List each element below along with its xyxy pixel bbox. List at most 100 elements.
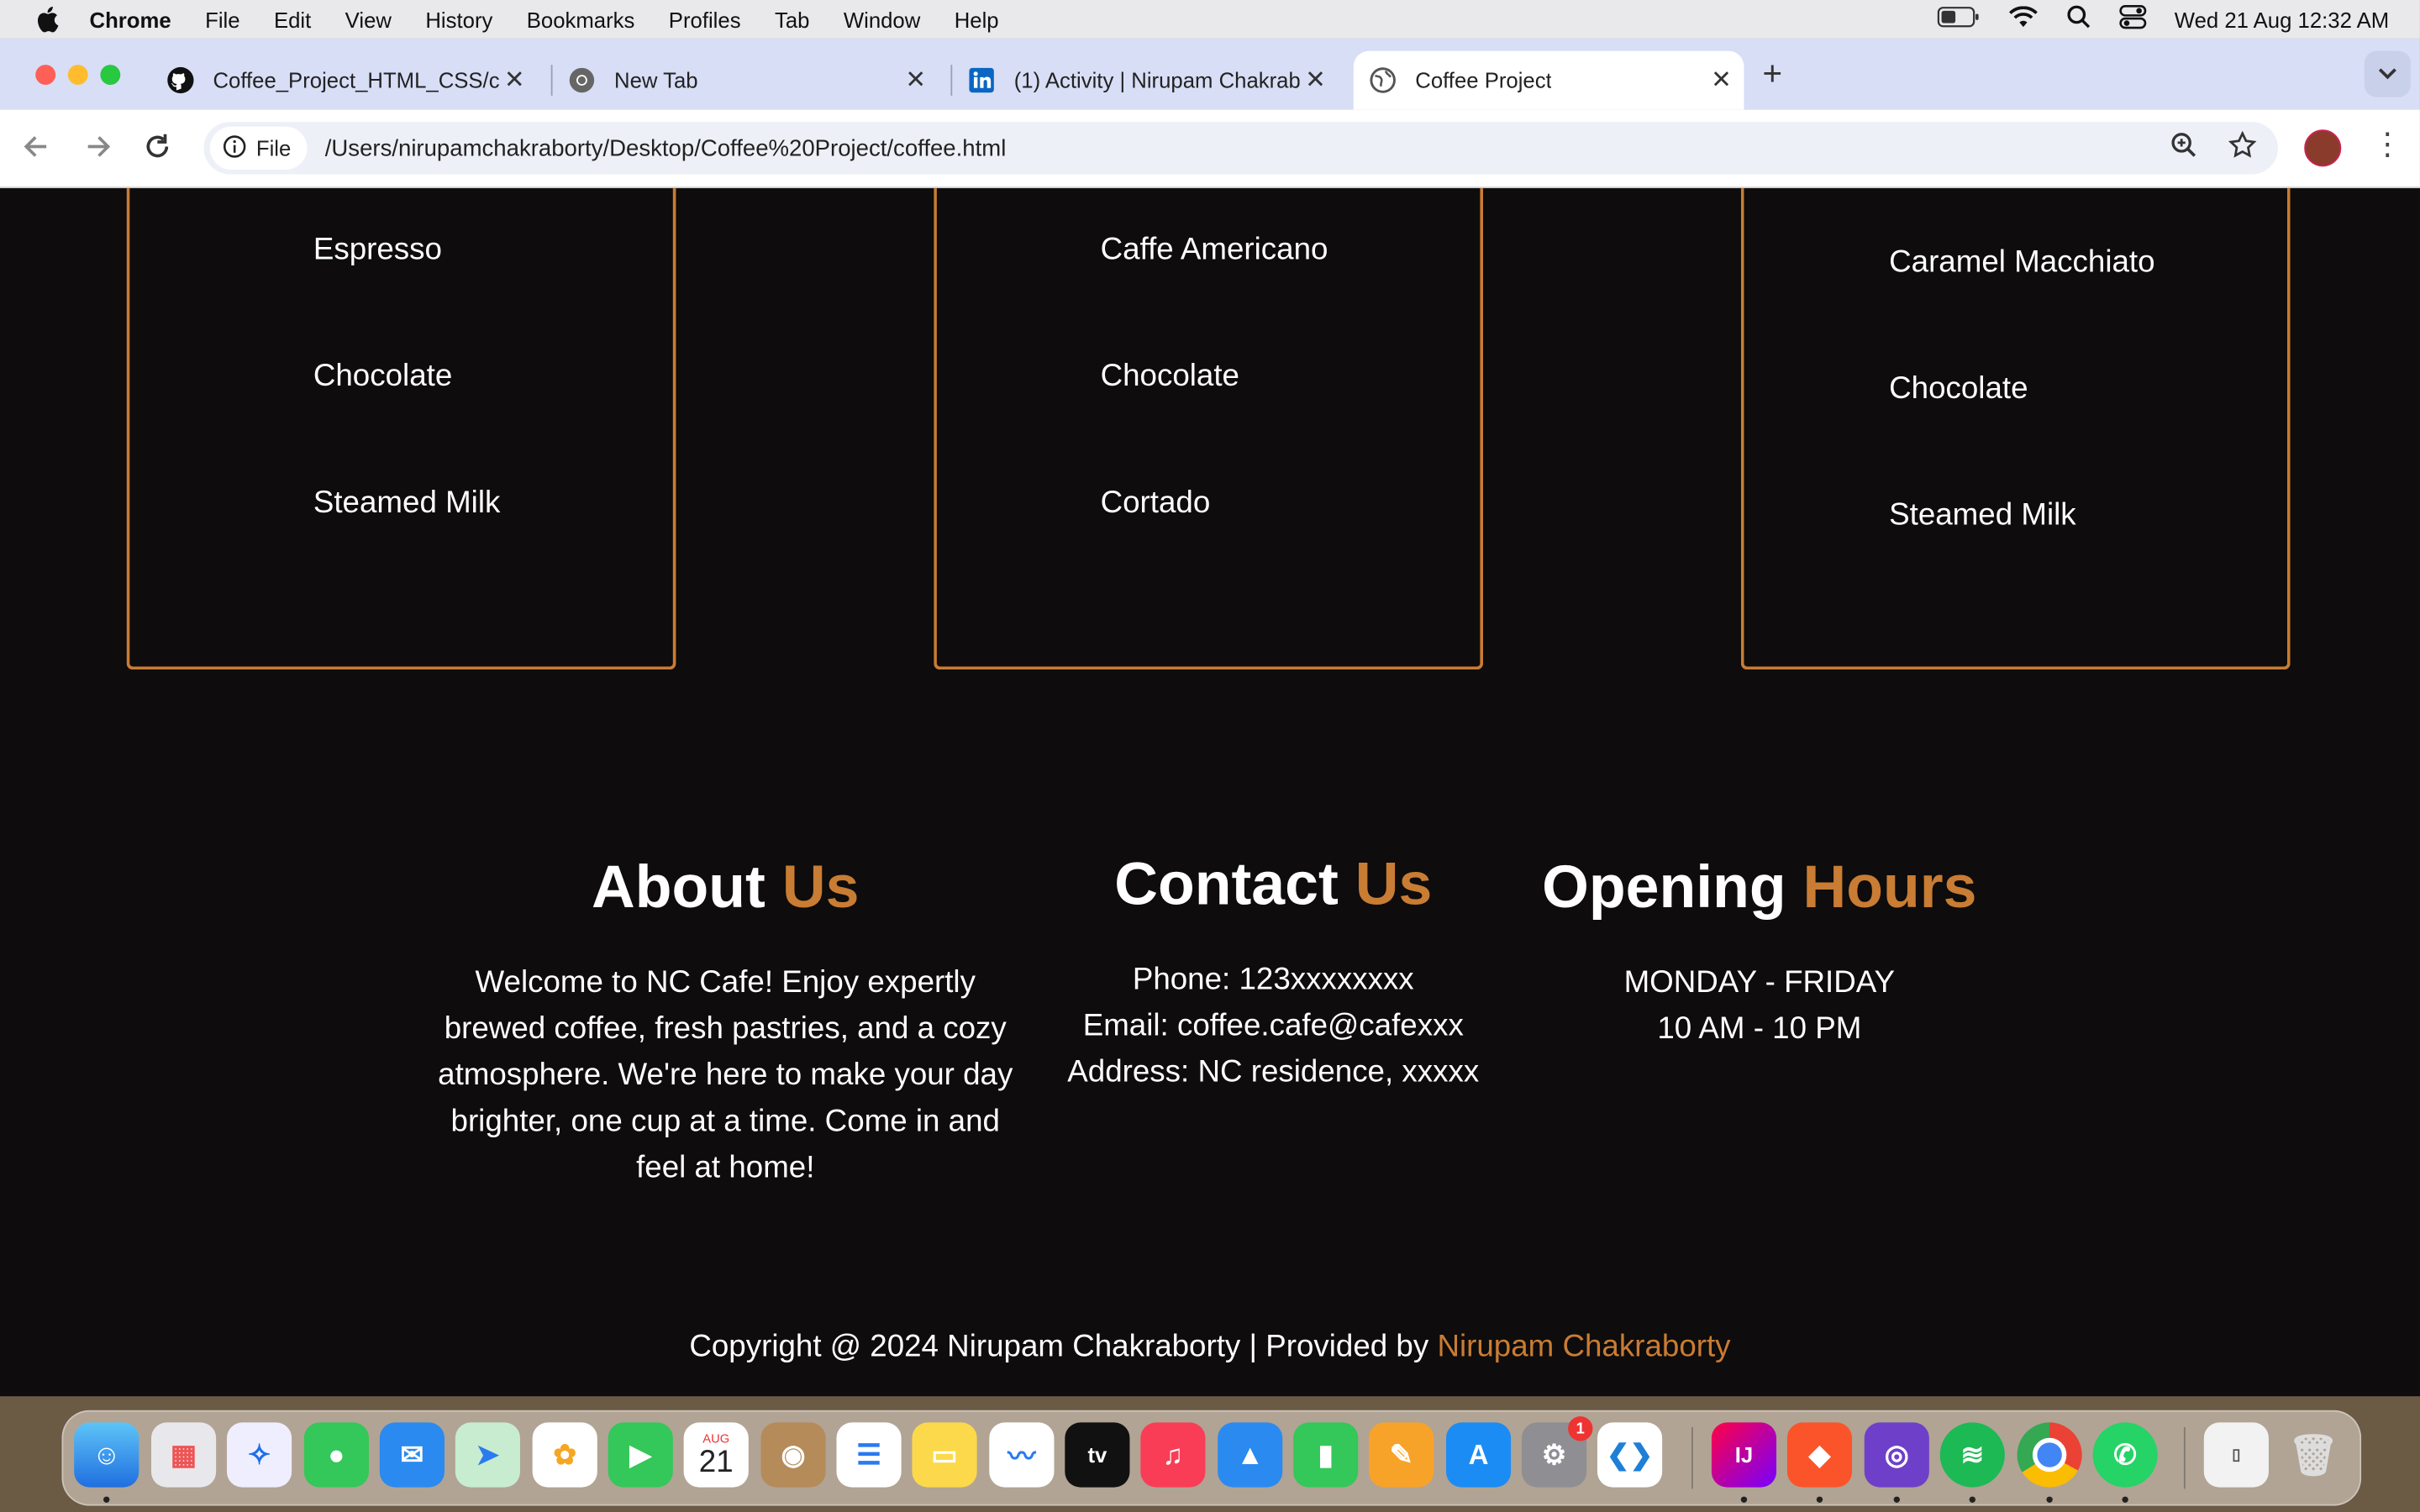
menu-view[interactable]: View xyxy=(345,7,392,31)
site-info-chip[interactable]: File xyxy=(209,126,307,171)
keynote-icon[interactable]: ▲ xyxy=(1218,1422,1283,1488)
card-item: Caramel Macchiato xyxy=(1889,245,2155,280)
about-line: atmosphere. We're here to make your day xyxy=(438,1058,1013,1093)
vscode-icon[interactable]: ❮❯ xyxy=(1597,1422,1663,1488)
profile-avatar[interactable] xyxy=(2304,129,2342,167)
close-tab-icon[interactable]: ✕ xyxy=(905,65,926,96)
close-window-button[interactable] xyxy=(35,65,56,86)
menu-history[interactable]: History xyxy=(425,7,492,31)
whatsapp-icon[interactable]: ✆ xyxy=(2092,1422,2158,1488)
about-line: brighter, one cup at a time. Come in and xyxy=(450,1105,1000,1139)
wifi-icon[interactable] xyxy=(2007,5,2039,33)
dock: ☺ ▦ ✧ ● ✉ ➤ ✿ ▶ AUG 21 ◉ ☰ ▭ 〰 tv ♫ ▲ ▮ … xyxy=(61,1410,2362,1506)
hours-heading: Opening Hours xyxy=(1528,855,1991,923)
menu-bookmarks[interactable]: Bookmarks xyxy=(527,7,635,31)
more-menu-icon[interactable]: ⋮ xyxy=(2372,125,2403,164)
menu-bar: Chrome File Edit View History Bookmarks … xyxy=(0,0,2420,39)
tab-title: Coffee_Project_HTML_CSS/c xyxy=(213,67,500,93)
notification-badge: 1 xyxy=(1568,1416,1593,1441)
copyright-text: Copyright @ 2024 Nirupam Chakraborty | P… xyxy=(689,1330,1429,1364)
about-line: feel at home! xyxy=(636,1151,815,1185)
address-bar-actions xyxy=(2170,122,2257,174)
zoom-icon[interactable] xyxy=(2170,130,2197,165)
hours-heading-accent: Hours xyxy=(1802,854,1977,921)
contact-heading-accent: Us xyxy=(1355,851,1433,918)
zoom-window-button[interactable] xyxy=(100,65,121,86)
battery-icon[interactable] xyxy=(1937,6,1980,32)
menu-file[interactable]: File xyxy=(205,7,239,31)
menu-app-name[interactable]: Chrome xyxy=(90,7,171,31)
close-tab-icon[interactable]: ✕ xyxy=(504,65,525,96)
archive-icon[interactable]: ▯ xyxy=(2203,1422,2269,1488)
copyright-footer: Copyright @ 2024 Nirupam Chakraborty | P… xyxy=(0,1330,2420,1365)
menu-profiles[interactable]: Profiles xyxy=(669,7,741,31)
app-store-icon[interactable]: A xyxy=(1445,1422,1512,1488)
system-settings-icon[interactable]: ⚙ 1 xyxy=(1521,1416,1593,1488)
safari-icon[interactable]: ✧ xyxy=(226,1422,292,1488)
apple-menu-icon[interactable] xyxy=(31,6,62,33)
author-link[interactable]: Nirupam Chakraborty xyxy=(1437,1330,1730,1363)
freeform-icon[interactable]: 〰 xyxy=(989,1422,1055,1488)
trash-icon[interactable]: 🗑 xyxy=(2281,1422,2346,1487)
calendar-month: AUG xyxy=(702,1431,730,1446)
new-tab-plus-icon[interactable]: + xyxy=(1763,54,1783,94)
contacts-icon[interactable]: ◉ xyxy=(760,1422,826,1488)
about-heading-text: About xyxy=(592,854,765,921)
url-text[interactable]: /Users/nirupamchakraborty/Desktop/Coffee… xyxy=(325,135,1007,161)
menu-tab[interactable]: Tab xyxy=(775,7,809,31)
about-line: brewed coffee, fresh pastries, and a coz… xyxy=(444,1011,1007,1047)
bookmark-star-icon[interactable] xyxy=(2228,129,2257,165)
finder-icon[interactable]: ☺ xyxy=(74,1422,139,1488)
globe-icon xyxy=(1369,66,1397,94)
photos-icon[interactable]: ✿ xyxy=(532,1422,597,1488)
facetime-icon[interactable]: ▶ xyxy=(608,1422,673,1488)
menu-help[interactable]: Help xyxy=(955,7,999,31)
contact-email: Email: coffee.cafe@cafexxx xyxy=(1082,1009,1464,1043)
about-heading-accent: Us xyxy=(781,854,860,921)
chrome-icon[interactable] xyxy=(2017,1422,2082,1488)
tv-icon[interactable]: tv xyxy=(1065,1422,1130,1488)
menu-window[interactable]: Window xyxy=(844,7,920,31)
mail-icon[interactable]: ✉ xyxy=(379,1422,445,1488)
forward-arrow-icon[interactable] xyxy=(82,131,113,171)
control-center-icon[interactable] xyxy=(2119,5,2147,34)
reload-icon[interactable] xyxy=(142,131,173,171)
spotlight-search-icon[interactable] xyxy=(2066,5,2091,34)
pages-icon[interactable]: ✎ xyxy=(1369,1422,1434,1488)
hours-section: Opening Hours MONDAY - FRIDAY 10 AM - 10… xyxy=(1528,855,1991,1053)
tab-coffee-project[interactable]: Coffee Project ✕ xyxy=(1353,50,1744,110)
contact-heading: Contact Us xyxy=(1042,852,1505,920)
site-info-label: File xyxy=(255,135,292,161)
numbers-icon[interactable]: ▮ xyxy=(1293,1422,1359,1488)
music-icon[interactable]: ♫ xyxy=(1140,1422,1206,1488)
minimize-window-button[interactable] xyxy=(67,65,88,86)
close-tab-icon[interactable]: ✕ xyxy=(1711,65,1732,96)
menu-edit[interactable]: Edit xyxy=(274,7,311,31)
tab-linkedin[interactable]: (1) Activity | Nirupam Chakrab ✕ xyxy=(952,51,1338,110)
github-desktop-icon[interactable]: ◎ xyxy=(1864,1422,1929,1488)
tab-github[interactable]: Coffee_Project_HTML_CSS/c ✕ xyxy=(151,51,537,110)
tab-new-tab[interactable]: New Tab ✕ xyxy=(553,51,939,110)
reminders-icon[interactable]: ☰ xyxy=(836,1422,902,1488)
notes-icon[interactable]: ▭ xyxy=(912,1422,977,1488)
back-arrow-icon[interactable] xyxy=(22,131,53,171)
messages-icon[interactable]: ● xyxy=(303,1422,369,1488)
intellij-icon[interactable]: IJ xyxy=(1711,1422,1777,1488)
close-tab-icon[interactable]: ✕ xyxy=(1305,65,1326,96)
running-indicator xyxy=(1816,1496,1823,1503)
launchpad-icon[interactable]: ▦ xyxy=(150,1422,217,1488)
maps-icon[interactable]: ➤ xyxy=(455,1422,520,1488)
brave-icon[interactable]: ◆ xyxy=(1786,1422,1853,1488)
calendar-icon[interactable]: AUG 21 xyxy=(683,1422,749,1488)
contact-phone: Phone: 123xxxxxxxx xyxy=(1132,963,1414,997)
running-indicator xyxy=(1740,1496,1748,1503)
contact-address: Address: NC residence, xxxxx xyxy=(1067,1055,1480,1089)
running-indicator xyxy=(1893,1496,1900,1503)
address-bar[interactable]: File /Users/nirupamchakraborty/Desktop/C… xyxy=(203,122,2278,175)
spotify-icon[interactable]: ≋ xyxy=(1939,1422,2005,1488)
card-item: Cortado xyxy=(1100,486,1211,520)
web-page: Espresso Chocolate Steamed Milk Caffe Am… xyxy=(0,188,2420,1397)
menubar-clock[interactable]: Wed 21 Aug 12:32 AM xyxy=(2175,7,2389,31)
tab-search-chevron-icon[interactable] xyxy=(2364,50,2411,97)
tab-title: New Tab xyxy=(614,67,698,93)
